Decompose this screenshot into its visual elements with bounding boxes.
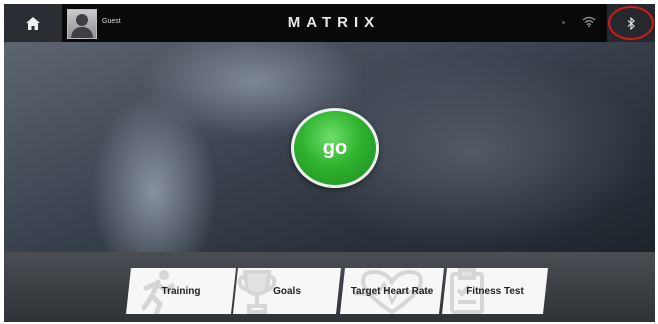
tile-target-heart-rate[interactable]: Target Heart Rate: [340, 268, 444, 314]
top-bar: Guest MATRIX: [4, 4, 655, 42]
avatar[interactable]: [67, 9, 97, 39]
user-name[interactable]: Guest: [102, 18, 121, 25]
bottom-bar: Training Goals Target Heart Rate Fitness…: [4, 252, 655, 322]
home-icon: [26, 16, 40, 30]
tile-fitness-test[interactable]: Fitness Test: [442, 268, 548, 314]
tile-label: Goals: [273, 285, 301, 297]
go-button[interactable]: go: [291, 108, 379, 188]
tile-label: Target Heart Rate: [350, 285, 434, 297]
brand-logo: MATRIX: [287, 14, 381, 31]
console-screen: Guest MATRIX go Training Goals Target He…: [4, 4, 655, 322]
main-area: go: [4, 42, 655, 252]
tile-label: Training: [161, 285, 201, 297]
wifi-icon[interactable]: [582, 16, 596, 27]
home-button[interactable]: [4, 4, 62, 42]
tile-training[interactable]: Training: [126, 268, 236, 314]
bluetooth-highlight-circle: [608, 6, 654, 40]
user-silhouette-icon: [71, 14, 93, 38]
tile-label: Fitness Test: [466, 285, 524, 297]
tile-goals[interactable]: Goals: [233, 268, 341, 314]
status-indicator: [562, 21, 565, 24]
